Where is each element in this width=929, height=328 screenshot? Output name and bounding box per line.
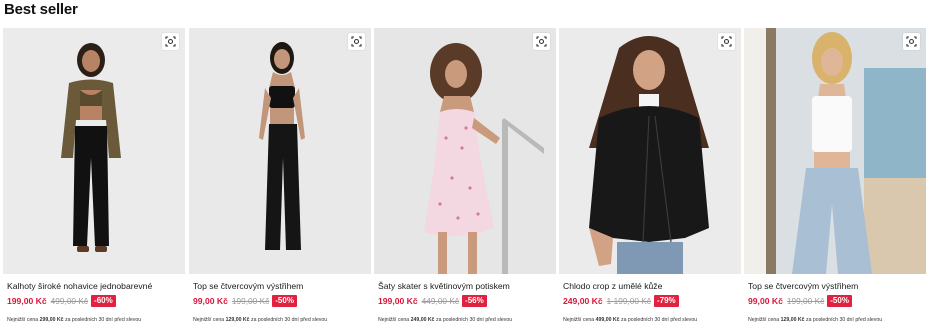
product-card[interactable]: Kalhoty široké nohavice jednobarevné 199… <box>3 28 185 328</box>
visual-search-button[interactable] <box>348 33 365 50</box>
discount-badge: -56% <box>462 295 487 307</box>
original-price: 499,00 Kč <box>50 296 89 306</box>
lowest-price-note: Nejnižší cena 129,00 Kč za posledních 30… <box>193 317 328 323</box>
visual-search-button[interactable] <box>718 33 735 50</box>
product-name[interactable]: Top se čtvercovým výstřihem <box>748 281 924 291</box>
image-search-icon <box>536 36 547 47</box>
original-price: 199,00 Kč <box>786 296 825 306</box>
current-price: 199,00 Kč <box>378 296 418 306</box>
image-search-icon <box>906 36 917 47</box>
visual-search-button[interactable] <box>533 33 550 50</box>
discount-badge: -50% <box>272 295 297 307</box>
discount-badge: -60% <box>91 295 116 307</box>
price-row: 199,00 Kč 499,00 Kč -60% <box>7 295 116 307</box>
product-image[interactable] <box>3 28 185 274</box>
current-price: 99,00 Kč <box>748 296 783 306</box>
original-price: 199,00 Kč <box>231 296 270 306</box>
product-image[interactable] <box>559 28 741 274</box>
product-card[interactable]: Top se čtvercovým výstřihem 99,00 Kč 199… <box>744 28 926 328</box>
current-price: 199,00 Kč <box>7 296 47 306</box>
price-row: 99,00 Kč 199,00 Kč -50% <box>748 295 852 307</box>
image-search-icon <box>721 36 732 47</box>
visual-search-button[interactable] <box>903 33 920 50</box>
price-row: 199,00 Kč 449,00 Kč -56% <box>378 295 487 307</box>
discount-badge: -50% <box>827 295 852 307</box>
original-price: 449,00 Kč <box>421 296 460 306</box>
product-name[interactable]: Kalhoty široké nohavice jednobarevné <box>7 281 183 291</box>
current-price: 99,00 Kč <box>193 296 228 306</box>
product-image[interactable] <box>744 28 926 274</box>
product-card[interactable]: Šaty skater s květinovým potiskem 199,00… <box>374 28 556 328</box>
original-price: 1 199,00 Kč <box>606 296 651 306</box>
image-search-icon <box>351 36 362 47</box>
lowest-price-note: Nejnižší cena 129,00 Kč za posledních 30… <box>748 317 883 323</box>
product-image[interactable] <box>374 28 556 274</box>
product-card[interactable]: Chlodo crop z umělé kůže 249,00 Kč 1 199… <box>559 28 741 328</box>
product-card[interactable]: Top se čtvercovým výstřihem 99,00 Kč 199… <box>189 28 371 328</box>
discount-badge: -79% <box>653 295 679 307</box>
lowest-price-note: Nejnižší cena 499,00 Kč za posledních 30… <box>563 317 698 323</box>
image-search-icon <box>165 36 176 47</box>
product-image[interactable] <box>189 28 371 274</box>
price-row: 99,00 Kč 199,00 Kč -50% <box>193 295 297 307</box>
current-price: 249,00 Kč <box>563 296 603 306</box>
product-name[interactable]: Chlodo crop z umělé kůže <box>563 281 739 291</box>
section-title: Best seller <box>4 1 78 18</box>
product-name[interactable]: Šaty skater s květinovým potiskem <box>378 281 554 291</box>
product-name[interactable]: Top se čtvercovým výstřihem <box>193 281 369 291</box>
lowest-price-note: Nejnižší cena 249,00 Kč za posledních 30… <box>378 317 513 323</box>
lowest-price-note: Nejnižší cena 299,00 Kč za posledních 30… <box>7 317 142 323</box>
visual-search-button[interactable] <box>162 33 179 50</box>
price-row: 249,00 Kč 1 199,00 Kč -79% <box>563 295 679 307</box>
product-carousel: Kalhoty široké nohavice jednobarevné 199… <box>3 28 927 328</box>
